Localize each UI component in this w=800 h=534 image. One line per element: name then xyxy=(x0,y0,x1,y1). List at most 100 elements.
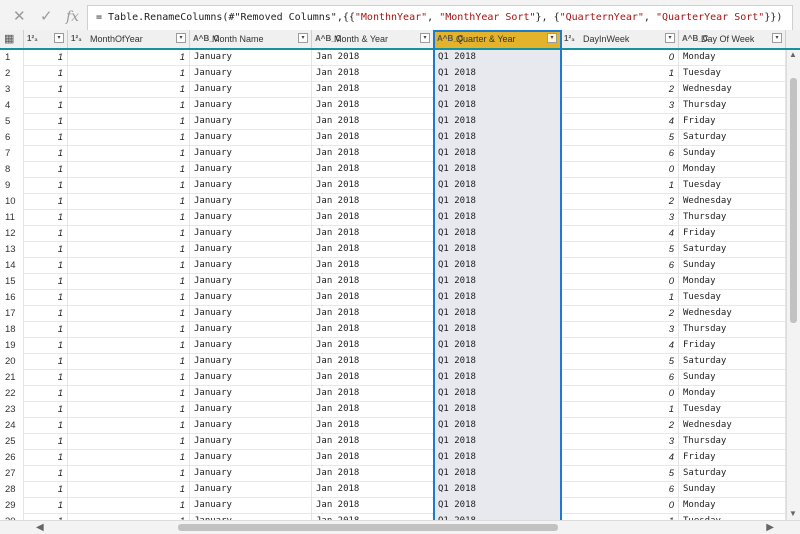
table-cell[interactable]: Jan 2018 xyxy=(312,258,434,274)
table-cell[interactable]: Jan 2018 xyxy=(312,178,434,194)
table-cell[interactable]: 1 xyxy=(24,98,68,114)
table-cell[interactable]: 1 xyxy=(68,50,190,66)
table-cell[interactable]: Jan 2018 xyxy=(312,50,434,66)
formula-input[interactable]: = Table.RenameColumns(#"Removed Columns"… xyxy=(87,5,793,31)
table-cell[interactable]: 1 xyxy=(68,178,190,194)
table-cell[interactable]: Jan 2018 xyxy=(312,146,434,162)
table-cell[interactable]: 1 xyxy=(68,146,190,162)
table-cell[interactable]: 1 xyxy=(68,354,190,370)
row-number[interactable]: 9 xyxy=(0,178,24,194)
row-number[interactable]: 20 xyxy=(0,354,24,370)
row-number[interactable]: 26 xyxy=(0,450,24,466)
table-cell[interactable]: January xyxy=(190,402,312,418)
table-cell[interactable]: 4 xyxy=(561,450,679,466)
table-cell[interactable]: January xyxy=(190,466,312,482)
table-cell[interactable]: Jan 2018 xyxy=(312,306,434,322)
scroll-left-icon[interactable]: ◀ xyxy=(36,521,44,534)
table-cell[interactable]: January xyxy=(190,338,312,354)
table-cell[interactable]: Q1 2018 xyxy=(434,322,561,338)
row-number[interactable]: 17 xyxy=(0,306,24,322)
table-cell[interactable]: Jan 2018 xyxy=(312,82,434,98)
table-cell[interactable]: January xyxy=(190,498,312,514)
row-number[interactable]: 6 xyxy=(0,130,24,146)
table-cell[interactable]: January xyxy=(190,306,312,322)
horizontal-scroll-thumb[interactable] xyxy=(178,524,558,531)
table-cell[interactable]: 1 xyxy=(24,114,68,130)
filter-dropdown-icon[interactable]: ▾ xyxy=(298,33,308,43)
table-cell[interactable]: Q1 2018 xyxy=(434,386,561,402)
table-cell[interactable]: Jan 2018 xyxy=(312,162,434,178)
table-cell[interactable]: Jan 2018 xyxy=(312,98,434,114)
table-cell[interactable]: 1 xyxy=(68,114,190,130)
table-cell[interactable]: 1 xyxy=(561,178,679,194)
table-cell[interactable]: Q1 2018 xyxy=(434,226,561,242)
table-cell[interactable]: January xyxy=(190,386,312,402)
table-cell[interactable]: Jan 2018 xyxy=(312,66,434,82)
row-number[interactable]: 4 xyxy=(0,98,24,114)
table-cell[interactable]: Jan 2018 xyxy=(312,194,434,210)
table-cell[interactable]: Q1 2018 xyxy=(434,114,561,130)
table-cell[interactable]: Q1 2018 xyxy=(434,402,561,418)
table-cell[interactable]: Wednesday xyxy=(679,194,786,210)
table-cell[interactable]: Friday xyxy=(679,226,786,242)
row-number[interactable]: 25 xyxy=(0,434,24,450)
filter-dropdown-icon[interactable]: ▾ xyxy=(54,33,64,43)
table-cell[interactable]: 1 xyxy=(24,274,68,290)
scroll-right-icon[interactable]: ▶ xyxy=(766,521,774,534)
table-cell[interactable]: 1 xyxy=(561,290,679,306)
table-cell[interactable]: Q1 2018 xyxy=(434,370,561,386)
table-cell[interactable]: January xyxy=(190,242,312,258)
table-cell[interactable]: Tuesday xyxy=(679,178,786,194)
table-cell[interactable]: Q1 2018 xyxy=(434,242,561,258)
row-number[interactable]: 22 xyxy=(0,386,24,402)
table-cell[interactable]: Jan 2018 xyxy=(312,498,434,514)
vertical-scroll-thumb[interactable] xyxy=(790,78,797,323)
table-cell[interactable]: Sunday xyxy=(679,146,786,162)
table-cell[interactable]: 1 xyxy=(24,50,68,66)
table-cell[interactable]: Sunday xyxy=(679,258,786,274)
row-number[interactable]: 11 xyxy=(0,210,24,226)
table-cell[interactable]: Monday xyxy=(679,274,786,290)
row-number[interactable]: 10 xyxy=(0,194,24,210)
table-cell[interactable]: January xyxy=(190,194,312,210)
table-cell[interactable]: January xyxy=(190,354,312,370)
table-cell[interactable]: 5 xyxy=(561,242,679,258)
table-cell[interactable]: 1 xyxy=(68,82,190,98)
table-cell[interactable]: Thursday xyxy=(679,210,786,226)
table-cell[interactable]: 1 xyxy=(24,386,68,402)
table-cell[interactable]: Q1 2018 xyxy=(434,178,561,194)
table-cell[interactable]: Tuesday xyxy=(679,66,786,82)
table-cell[interactable]: Jan 2018 xyxy=(312,386,434,402)
row-number[interactable]: 12 xyxy=(0,226,24,242)
row-number[interactable]: 19 xyxy=(0,338,24,354)
table-cell[interactable]: Q1 2018 xyxy=(434,498,561,514)
table-cell[interactable]: 1 xyxy=(68,418,190,434)
row-number[interactable]: 13 xyxy=(0,242,24,258)
table-cell[interactable]: January xyxy=(190,178,312,194)
number-type-icon[interactable]: 1²₃ xyxy=(27,30,38,48)
table-cell[interactable]: 1 xyxy=(24,210,68,226)
table-cell[interactable]: Jan 2018 xyxy=(312,114,434,130)
table-cell[interactable]: Jan 2018 xyxy=(312,210,434,226)
table-cell[interactable]: Wednesday xyxy=(679,418,786,434)
table-cell[interactable]: 1 xyxy=(24,370,68,386)
table-cell[interactable]: January xyxy=(190,98,312,114)
table-cell[interactable]: Jan 2018 xyxy=(312,290,434,306)
table-cell[interactable]: Q1 2018 xyxy=(434,194,561,210)
table-cell[interactable]: January xyxy=(190,50,312,66)
table-cell[interactable]: 0 xyxy=(561,50,679,66)
table-cell[interactable]: 1 xyxy=(24,338,68,354)
row-number[interactable]: 21 xyxy=(0,370,24,386)
column-header-4[interactable]: A^B_C Quarter & Year ▾ xyxy=(434,30,561,48)
table-cell[interactable]: 2 xyxy=(561,418,679,434)
table-cell[interactable]: 1 xyxy=(68,370,190,386)
table-cell[interactable]: Jan 2018 xyxy=(312,226,434,242)
table-cell[interactable]: Monday xyxy=(679,386,786,402)
row-number[interactable]: 16 xyxy=(0,290,24,306)
table-cell[interactable]: January xyxy=(190,258,312,274)
vertical-scrollbar[interactable]: ▲ ▼ xyxy=(786,50,800,520)
table-cell[interactable]: 0 xyxy=(561,274,679,290)
table-cell[interactable]: 6 xyxy=(561,146,679,162)
table-cell[interactable]: 1 xyxy=(24,306,68,322)
table-cell[interactable]: Q1 2018 xyxy=(434,338,561,354)
